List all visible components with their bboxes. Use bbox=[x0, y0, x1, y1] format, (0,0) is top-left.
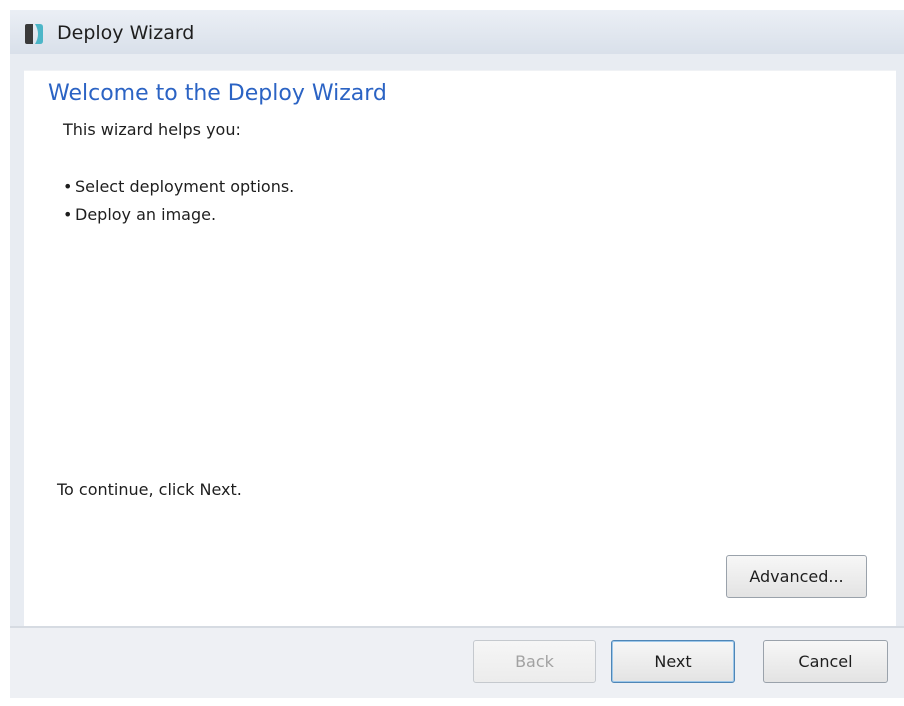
list-item-text: Deploy an image. bbox=[75, 205, 217, 224]
back-button[interactable]: Back bbox=[473, 640, 596, 683]
feature-list: • Select deployment options. • Deploy an i… bbox=[63, 173, 294, 229]
advanced-button[interactable]: Advanced... bbox=[726, 555, 867, 598]
list-item: • Deploy an image. bbox=[63, 201, 294, 229]
list-item-text: Select deployment options. bbox=[75, 177, 295, 196]
intro-text: This wizard helps you: bbox=[63, 120, 241, 139]
wizard-content-panel: Welcome to the Deploy Wizard This wizard… bbox=[24, 70, 896, 626]
title-bar[interactable]: Deploy Wizard bbox=[10, 10, 904, 54]
page-title: Welcome to the Deploy Wizard bbox=[48, 81, 387, 106]
bullet-icon: • bbox=[63, 205, 73, 224]
bullet-icon: • bbox=[63, 177, 73, 196]
window-title: Deploy Wizard bbox=[57, 22, 195, 44]
continue-instruction: To continue, click Next. bbox=[57, 480, 242, 499]
deploy-wizard-app-icon bbox=[25, 24, 43, 44]
cancel-button[interactable]: Cancel bbox=[763, 640, 888, 683]
next-button[interactable]: Next bbox=[611, 640, 735, 683]
deploy-wizard-window: Deploy Wizard Welcome to the Deploy Wiza… bbox=[10, 10, 904, 698]
list-item: • Select deployment options. bbox=[63, 173, 294, 201]
button-bar: Back Next Cancel bbox=[10, 628, 904, 698]
